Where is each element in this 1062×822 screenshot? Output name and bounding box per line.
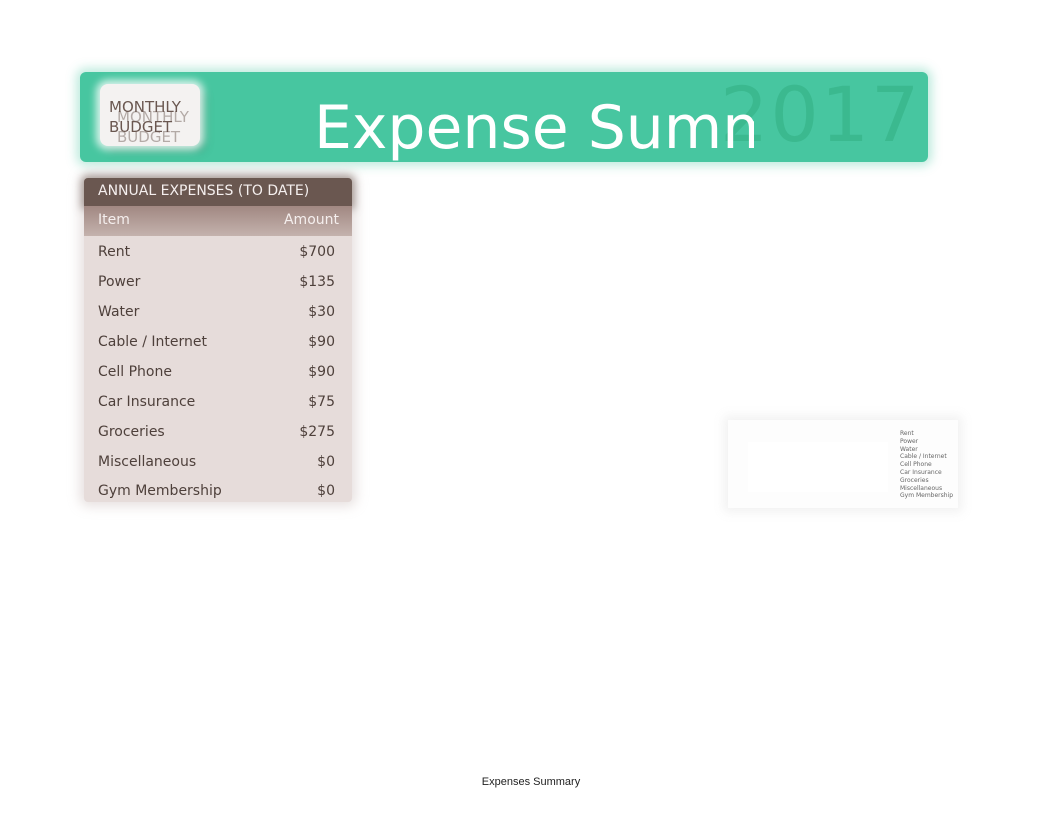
sheet-name-footer: Expenses Summary [481,776,581,788]
legend-entry: Power [900,437,919,445]
legend-entry: Miscellaneous [900,484,943,492]
row-amount: $90 [308,364,335,380]
row-item: Miscellaneous [98,454,197,470]
logo-text: MONTHLY BUDGET [109,97,181,137]
table-row: Power $135 [98,268,335,298]
legend-entry: Gym Membership [900,492,954,500]
table-row: Cable / Internet $90 [98,328,335,358]
table-title: ANNUAL EXPENSES (TO DATE) [98,183,310,199]
row-item: Water [98,304,140,320]
row-item: Groceries [98,424,165,440]
table-row: Cell Phone $90 [98,358,335,388]
row-amount: $75 [308,394,335,410]
table-row: Car Insurance $75 [98,388,335,418]
column-header-item: Item [98,212,130,228]
row-item: Car Insurance [98,394,196,410]
legend-entry: Rent [900,430,914,437]
page-title: Expense Summary [314,93,754,163]
legend-entry: Groceries [900,476,929,484]
row-item: Cable / Internet [98,334,207,350]
table-row: Gym Membership $0 [98,477,335,507]
legend-entry: Car Insurance [900,468,942,476]
row-amount: $135 [299,274,335,290]
table-row: Miscellaneous $0 [98,448,335,478]
legend-entry: Water [900,445,918,453]
table-row: Rent $700 [98,238,335,268]
row-amount: $700 [299,244,335,260]
row-amount: $275 [299,424,335,440]
row-item: Power [98,274,141,290]
row-amount: $0 [317,483,335,499]
column-header-amount: Amount [283,212,339,228]
logo-line2: BUDGET [109,118,173,136]
chart-legend: Rent Power Water Cable / Internet Cell Phone… [900,430,953,500]
table-row: Groceries $275 [98,418,335,448]
row-amount: $0 [317,454,335,470]
row-item: Gym Membership [98,483,222,499]
row-amount: $90 [308,334,335,350]
legend-entry: Cable / Internet [900,453,947,461]
row-item: Rent [98,244,131,260]
chart-plot-area [748,442,888,492]
table-row: Water $30 [98,298,335,328]
row-item: Cell Phone [98,364,172,380]
logo-line1: MONTHLY [109,98,181,116]
row-amount: $30 [308,304,335,320]
legend-entry: Cell Phone [900,461,932,469]
